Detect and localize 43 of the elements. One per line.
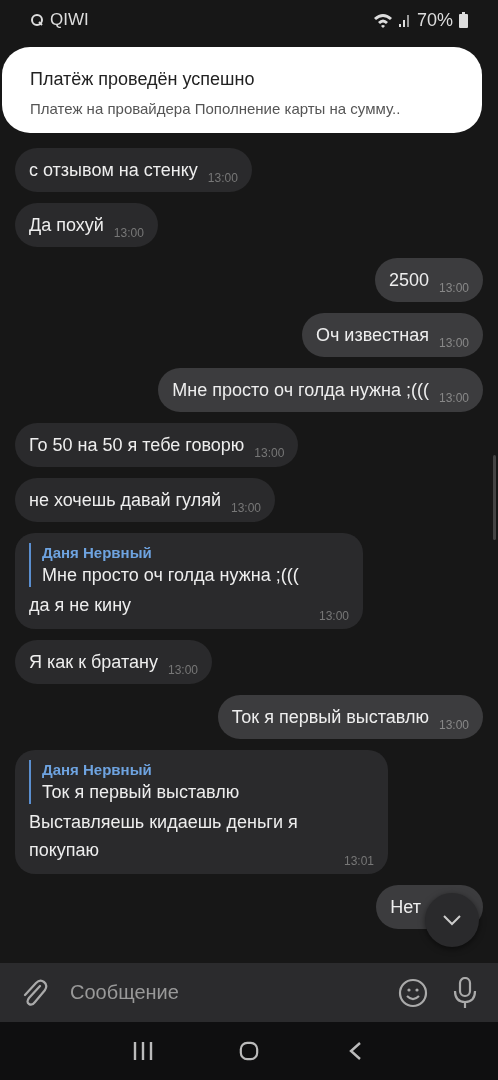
status-app-name: QIWI: [50, 10, 89, 30]
recent-apps-icon[interactable]: [132, 1041, 154, 1061]
chevron-down-icon: [442, 914, 462, 926]
message-text: Ток я первый выставлю: [231, 706, 429, 728]
message-text: Выставляешь кидаешь деньги я покупаю: [29, 811, 299, 862]
message-time: 13:00: [113, 226, 144, 240]
message-text: 2500: [388, 269, 429, 291]
message-input[interactable]: Сообщение: [68, 980, 378, 1005]
notification-card[interactable]: Платёж проведён успешно Платеж на провайдера Пополнение карты на сумму..: [2, 47, 482, 133]
battery-icon: [459, 12, 468, 28]
message-time: 13:00: [318, 609, 349, 623]
message-time: 13:00: [438, 718, 469, 732]
message-text: Оч известная: [315, 324, 429, 346]
home-icon[interactable]: [238, 1041, 260, 1061]
reply-author: Даня Нервный: [42, 543, 153, 563]
message-text: Да похуй: [29, 214, 104, 236]
message-time: 13:00: [438, 336, 469, 350]
notification-body: Платеж на провайдера Пополнение карты на сумму..: [30, 100, 402, 117]
message-text: Я как к братану: [29, 651, 158, 673]
message-text: да я не кину: [29, 594, 132, 617]
message-time: 13:00: [254, 446, 285, 460]
reply-text: Ток я первый выставлю: [42, 781, 241, 804]
message-time: 13:00: [207, 171, 238, 185]
message-time: 13:00: [438, 391, 469, 405]
battery-percent: 70%: [416, 9, 453, 31]
qiwi-icon: [30, 13, 44, 27]
microphone-icon[interactable]: [452, 976, 478, 1009]
message-time: 13:00: [231, 501, 262, 515]
message-time: 13:01: [343, 854, 374, 868]
reply-author: Даня Нервный: [42, 760, 153, 780]
message-text: не хочешь давай гуляй: [29, 489, 221, 511]
message-text: Нет: [390, 896, 421, 918]
signal-icon: [398, 13, 411, 27]
message-text: Го 50 на 50 я тебе говорю: [29, 434, 245, 456]
message-text: Мне просто оч голда нужна ;(((: [172, 379, 429, 401]
message-time: 13:00: [438, 281, 469, 295]
message-time: 13:00: [167, 663, 198, 677]
message-bar[interactable]: Сообщение: [0, 963, 498, 1022]
reply-text: Мне просто оч голда нужна ;(((: [42, 564, 300, 587]
message-text: с отзывом на стенку: [29, 159, 198, 181]
emoji-icon[interactable]: [398, 977, 428, 1008]
notification-title: Платёж проведён успешно: [30, 69, 256, 90]
wifi-icon: [372, 12, 393, 28]
